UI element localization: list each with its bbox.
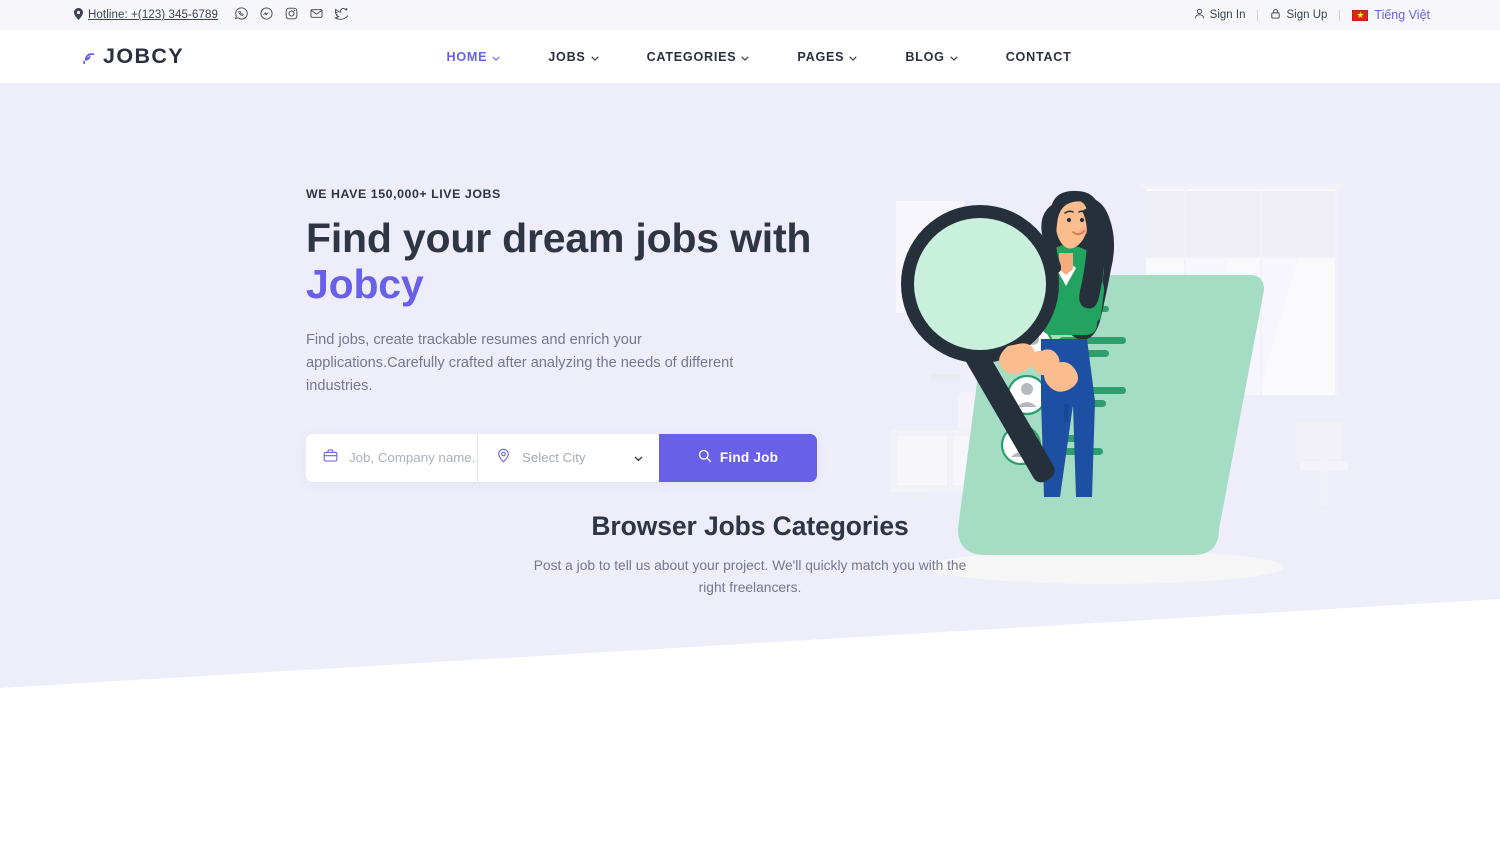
categories-section: Browser Jobs Categories Post a job to te… (0, 511, 1500, 599)
language-switcher[interactable]: ★ Tiếng Việt (1352, 8, 1430, 22)
topbar: Hotline: +(123) 345-6789 Sign In Sign Up… (0, 0, 1500, 30)
chevron-down-icon (590, 50, 599, 64)
sign-up-link[interactable]: Sign Up (1270, 8, 1327, 22)
nav-label: HOME (446, 49, 488, 64)
nav-item-home[interactable]: HOME (422, 50, 524, 64)
topbar-left-group: Hotline: +(123) 345-6789 (74, 7, 351, 23)
find-job-button[interactable]: Find Job (659, 433, 817, 482)
location-pin-icon (74, 7, 83, 23)
search-icon (698, 449, 712, 466)
divider (1339, 9, 1341, 21)
chevron-down-icon (849, 50, 858, 64)
user-icon (1194, 8, 1205, 22)
city-select[interactable]: Select City (522, 450, 659, 465)
nav-item-jobs[interactable]: JOBS (524, 50, 622, 64)
nav-label: CONTACT (1005, 49, 1072, 64)
hero-title-accent: Jobcy (306, 260, 424, 307)
twitter-icon[interactable] (333, 7, 351, 23)
vietnam-flag-icon: ★ (1352, 9, 1369, 21)
nav-item-pages[interactable]: PAGES (773, 50, 881, 64)
brand-logo-link[interactable]: JOBCY (74, 44, 185, 70)
mail-icon[interactable] (310, 7, 323, 23)
nav-label: BLOG (905, 49, 945, 64)
hero-eyebrow: WE HAVE 150,000+ LIVE JOBS (306, 187, 501, 201)
city-field-wrap: Select City (477, 433, 659, 482)
search-input[interactable] (349, 450, 477, 466)
language-label: Tiếng Việt (1374, 8, 1430, 22)
topbar-right-group: Sign In Sign Up ★ Tiếng Việt (1194, 8, 1430, 22)
main-nav: HOME JOBS CATEGORIES PAGES BLOG CONTACT (422, 50, 1095, 64)
keyword-field-wrap (306, 434, 477, 482)
sign-in-label: Sign In (1209, 9, 1246, 21)
find-job-label: Find Job (719, 450, 779, 466)
hotline-label: Hotline: +(123) 345-6789 (88, 9, 218, 21)
site-header: JOBCY HOME JOBS CATEGORIES PAGES BLOG CO… (0, 30, 1500, 83)
spiral-logo-icon (74, 44, 100, 70)
hero-section: WE HAVE 150,000+ LIVE JOBS Find your dre… (0, 83, 1500, 844)
page-title: Find your dream jobs with Jobcy (306, 215, 826, 308)
brand-name: JOBCY (103, 44, 185, 68)
nav-item-blog[interactable]: BLOG (881, 50, 981, 64)
section-title: Browser Jobs Categories (591, 511, 909, 541)
job-search-form: Select City Find Job (306, 433, 817, 482)
hotline-link[interactable]: Hotline: +(123) 345-6789 (74, 7, 218, 23)
chevron-down-icon (949, 50, 958, 64)
sign-in-link[interactable]: Sign In (1194, 8, 1246, 22)
chevron-down-icon (492, 50, 501, 64)
hero-copy: WE HAVE 150,000+ LIVE JOBS Find your dre… (306, 83, 826, 482)
instagram-icon[interactable] (285, 7, 298, 23)
map-pin-icon (496, 448, 511, 468)
hero-subtitle: Find jobs, create trackable resumes and … (306, 331, 734, 394)
section-subtitle: Post a job to tell us about your project… (533, 558, 967, 595)
nav-item-contact[interactable]: CONTACT (982, 50, 1096, 64)
messenger-icon[interactable] (260, 7, 273, 23)
divider (1257, 9, 1259, 21)
lock-icon (1270, 8, 1281, 22)
sign-up-label: Sign Up (1286, 9, 1328, 21)
briefcase-icon (323, 448, 338, 468)
hero-title-line1: Find your dream jobs with (306, 215, 812, 261)
nav-item-categories[interactable]: CATEGORIES (623, 50, 774, 64)
nav-label: PAGES (797, 49, 845, 64)
nav-label: CATEGORIES (646, 49, 737, 64)
nav-label: JOBS (548, 49, 586, 64)
chevron-down-icon (741, 50, 750, 64)
whatsapp-icon[interactable] (234, 7, 248, 23)
social-links (234, 7, 351, 23)
